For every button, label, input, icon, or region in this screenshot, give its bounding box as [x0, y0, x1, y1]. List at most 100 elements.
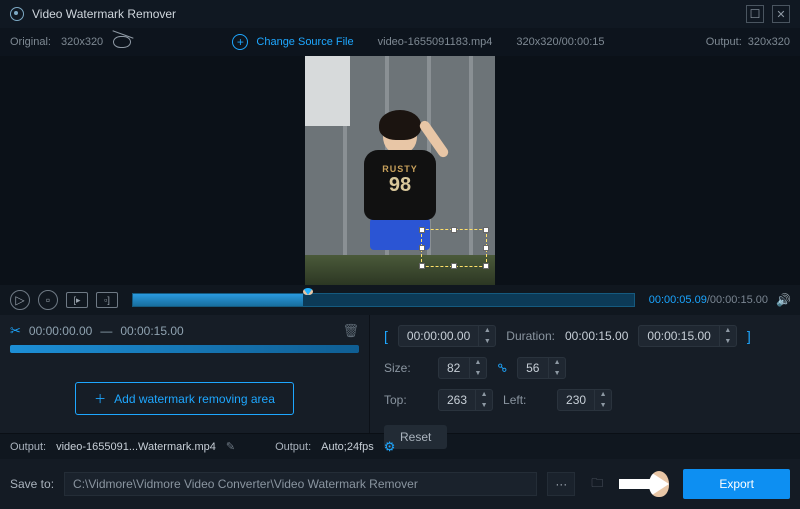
app-title: Video Watermark Remover — [32, 7, 738, 21]
size-h-down[interactable]: ▼ — [549, 368, 565, 379]
clip-end: 00:00:15.00 — [120, 324, 183, 338]
transport-bar: ▷ ▫ [▸ ▫] 00:00:05.09/00:00:15.00 🔊 — [0, 285, 800, 315]
left-down[interactable]: ▼ — [595, 400, 611, 411]
left-up[interactable]: ▲ — [595, 389, 611, 400]
open-folder-icon[interactable]: 🗀 — [585, 472, 609, 496]
duration-value: 00:00:15.00 — [565, 329, 628, 343]
size-w-value: 82 — [439, 361, 469, 375]
end-time-value: 00:00:15.00 — [639, 329, 718, 343]
add-source-icon[interactable]: + — [232, 34, 248, 50]
reset-label: Reset — [400, 430, 431, 444]
output-label: Output: — [706, 36, 742, 48]
title-bar: Video Watermark Remover ☐ ✕ — [0, 0, 800, 28]
handle-tl[interactable] — [419, 227, 425, 233]
save-to-label: Save to: — [10, 477, 54, 491]
start-down[interactable]: ▼ — [479, 336, 495, 347]
person-shirt: RUSTY 98 — [364, 150, 436, 220]
output-codec-label: Output: — [275, 441, 311, 453]
link-aspect-icon[interactable]: ⚯ — [494, 359, 511, 376]
duration-label: Duration: — [506, 329, 555, 343]
timeline-progress — [133, 294, 303, 306]
watermark-selection-box[interactable] — [421, 229, 487, 267]
output-settings-icon[interactable]: ⚙ — [384, 439, 396, 455]
save-path-field[interactable]: C:\Vidmore\Vidmore Video Converter\Video… — [64, 472, 537, 496]
end-time-field[interactable]: 00:00:15.00 ▲▼ — [638, 325, 736, 347]
preview-toggle-icon[interactable] — [113, 36, 131, 48]
handle-br[interactable] — [483, 263, 489, 269]
original-value: 320x320 — [61, 36, 103, 48]
clip-range-bar[interactable] — [10, 345, 359, 353]
app-logo-icon — [10, 7, 24, 21]
timecode-current: 00:00:05.09 — [649, 294, 707, 306]
bracket-start-icon[interactable]: [ — [384, 328, 388, 344]
timeline-playhead[interactable] — [303, 288, 313, 295]
left-field[interactable]: 230 ▲▼ — [557, 389, 612, 411]
dots-label: ··· — [555, 477, 567, 491]
output-value: 320x320 — [748, 36, 790, 48]
original-label: Original: — [10, 36, 51, 48]
browse-path-button[interactable]: ··· — [547, 472, 575, 496]
video-frame[interactable]: RUSTY 98 — [305, 56, 495, 285]
top-field[interactable]: 263 ▲▼ — [438, 389, 493, 411]
start-time-value: 00:00:00.00 — [399, 329, 478, 343]
bottom-bar: Save to: C:\Vidmore\Vidmore Video Conver… — [0, 459, 800, 509]
shirt-number: 98 — [364, 174, 436, 197]
size-height-field[interactable]: 56 ▲▼ — [517, 357, 566, 379]
left-label: Left: — [503, 393, 547, 407]
end-down[interactable]: ▼ — [720, 336, 736, 347]
end-up[interactable]: ▲ — [720, 325, 736, 336]
person-head — [383, 116, 417, 154]
background-sky — [305, 56, 350, 126]
play-button[interactable]: ▷ — [10, 290, 30, 310]
timeline-track[interactable] — [132, 293, 635, 307]
editor-panels: ✂ 00:00:00.00 — 00:00:15.00 🗑 ＋ Add wate… — [0, 315, 800, 433]
top-value: 263 — [439, 393, 475, 407]
output-file-value: video-1655091...Watermark.mp4 — [56, 441, 216, 453]
size-w-up[interactable]: ▲ — [470, 357, 486, 368]
preview-area: RUSTY 98 — [0, 56, 800, 285]
handle-tr[interactable] — [483, 227, 489, 233]
change-source-link[interactable]: Change Source File — [256, 36, 353, 48]
shirt-word: RUSTY — [364, 164, 436, 174]
source-dims-duration: 320x320/00:00:15 — [516, 36, 604, 48]
step-back-button[interactable]: [▸ — [66, 292, 88, 308]
maximize-button[interactable]: ☐ — [746, 5, 764, 23]
scissor-icon[interactable]: ✂ — [10, 323, 21, 339]
add-area-label: Add watermark removing area — [114, 392, 275, 406]
timecode-total: /00:00:15.00 — [707, 294, 768, 306]
clip-sep: — — [100, 324, 112, 338]
delete-clip-icon[interactable]: 🗑 — [342, 323, 359, 339]
arrow-annotation — [619, 471, 673, 497]
step-fwd-button[interactable]: ▫] — [96, 292, 118, 308]
handle-bl[interactable] — [419, 263, 425, 269]
params-panel: [ 00:00:00.00 ▲▼ Duration:00:00:15.00 00… — [370, 315, 800, 433]
size-h-up[interactable]: ▲ — [549, 357, 565, 368]
clip-panel: ✂ 00:00:00.00 — 00:00:15.00 🗑 ＋ Add wate… — [0, 315, 370, 433]
handle-bm[interactable] — [451, 263, 457, 269]
add-watermark-area-button[interactable]: ＋ Add watermark removing area — [75, 382, 294, 415]
left-value: 230 — [558, 393, 594, 407]
bracket-end-icon[interactable]: ] — [747, 328, 751, 344]
close-button[interactable]: ✕ — [772, 5, 790, 23]
timecode: 00:00:05.09/00:00:15.00 — [649, 294, 768, 306]
top-label: Top: — [384, 393, 428, 407]
size-h-value: 56 — [518, 361, 548, 375]
handle-ml[interactable] — [419, 245, 425, 251]
rename-output-icon[interactable]: ✎ — [226, 440, 235, 453]
top-down[interactable]: ▼ — [476, 400, 492, 411]
size-w-down[interactable]: ▼ — [470, 368, 486, 379]
plus-icon: ＋ — [94, 390, 106, 407]
size-width-field[interactable]: 82 ▲▼ — [438, 357, 487, 379]
save-path-value: C:\Vidmore\Vidmore Video Converter\Video… — [73, 477, 418, 491]
handle-mr[interactable] — [483, 245, 489, 251]
top-up[interactable]: ▲ — [476, 389, 492, 400]
stop-button[interactable]: ▫ — [38, 290, 58, 310]
handle-tm[interactable] — [451, 227, 457, 233]
person-hair — [379, 110, 421, 140]
start-time-field[interactable]: 00:00:00.00 ▲▼ — [398, 325, 496, 347]
start-up[interactable]: ▲ — [479, 325, 495, 336]
volume-icon[interactable]: 🔊 — [776, 293, 790, 307]
output-codec-value: Auto;24fps — [321, 441, 374, 453]
clip-start: 00:00:00.00 — [29, 324, 92, 338]
export-button[interactable]: Export — [683, 469, 790, 499]
